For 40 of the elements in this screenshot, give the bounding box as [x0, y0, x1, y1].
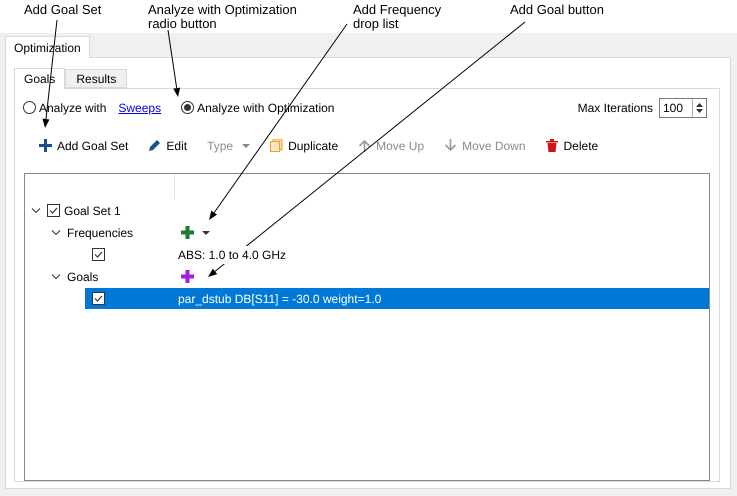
toolbar-button[interactable]: Delete — [546, 136, 598, 155]
pencil-icon — [148, 139, 162, 152]
expand-chevron-icon[interactable] — [51, 273, 61, 280]
plus-icon[interactable] — [181, 270, 194, 284]
tab[interactable]: Results — [65, 69, 128, 88]
up-caret-icon[interactable] — [696, 102, 703, 107]
tree-label[interactable]: Goals — [67, 268, 98, 286]
down-caret-icon[interactable] — [696, 108, 703, 113]
callout-text: Add Goal button — [510, 3, 604, 17]
radio-button[interactable] — [23, 101, 36, 114]
down-arrow-icon — [444, 139, 458, 152]
toolbar-button[interactable]: Duplicate — [270, 136, 338, 155]
pages-icon — [270, 139, 284, 152]
tree-row[interactable]: par_dstub DB[S11] = -30.0 weight=1.0 — [85, 288, 709, 310]
caret-icon — [242, 144, 250, 148]
checkbox[interactable] — [92, 248, 105, 262]
max-iterations-spinner[interactable]: 100 — [659, 98, 707, 118]
max-iterations-label: Max Iterations — [578, 100, 653, 117]
leader-arrow — [168, 30, 180, 97]
sweeps-link[interactable]: Sweeps — [118, 98, 162, 117]
tree-label[interactable]: Frequencies — [67, 224, 134, 242]
plus-icon[interactable] — [181, 226, 194, 240]
up-arrow-icon — [358, 139, 372, 152]
radio-button[interactable] — [181, 101, 194, 114]
dropdown-caret-icon[interactable] — [202, 230, 210, 235]
toolbar-button[interactable]: Add Goal Set — [39, 136, 128, 155]
expand-chevron-icon[interactable] — [51, 229, 61, 236]
toolbar-button[interactable]: Edit — [148, 136, 188, 155]
checkbox[interactable] — [47, 204, 60, 218]
callout-text: Analyze with Optimization radio button — [148, 3, 298, 31]
trash-icon — [546, 139, 559, 152]
tree-row[interactable]: ABS: 1.0 to 4.0 GHz — [85, 244, 709, 266]
expand-chevron-icon[interactable] — [31, 207, 41, 214]
callout-text: Add Frequency drop list — [353, 3, 442, 31]
checkbox[interactable] — [92, 292, 105, 306]
tree-value: par_dstub DB[S11] = -30.0 weight=1.0 — [177, 290, 382, 308]
callout-text: Add Goal Set — [24, 3, 102, 17]
plus-icon — [39, 139, 52, 152]
tree-value: ABS: 1.0 to 4.0 GHz — [175, 246, 286, 264]
tree-label[interactable]: Goal Set 1 — [64, 202, 121, 220]
